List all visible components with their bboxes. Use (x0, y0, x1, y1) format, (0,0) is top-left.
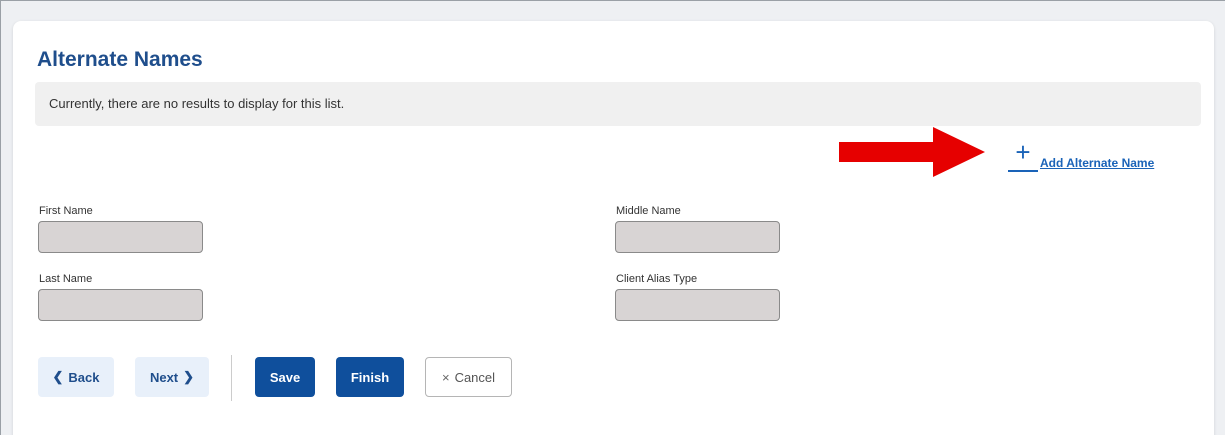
first-name-label: First Name (39, 205, 93, 217)
chevron-left-icon: ❮ (52, 369, 64, 384)
back-label: Back (68, 369, 100, 385)
middle-name-field[interactable] (615, 221, 780, 253)
back-button[interactable]: ❮ Back (38, 357, 114, 397)
chevron-right-icon: ❯ (183, 369, 195, 384)
finish-button[interactable]: Finish (336, 357, 404, 397)
section-title: Alternate Names (37, 48, 203, 71)
middle-name-label: Middle Name (616, 205, 681, 217)
first-name-field[interactable] (38, 221, 203, 253)
arrow-shape (839, 127, 985, 177)
cancel-label: Cancel (454, 369, 496, 385)
button-divider (231, 355, 232, 401)
close-icon: × (441, 369, 450, 385)
client-alias-type-field[interactable] (615, 289, 780, 321)
next-button[interactable]: Next ❯ (135, 357, 209, 397)
alternate-names-card: Alternate Names Currently, there are no … (13, 21, 1214, 435)
save-button[interactable]: Save (255, 357, 315, 397)
plus-underline (1008, 170, 1038, 172)
cancel-button[interactable]: × Cancel (425, 357, 512, 397)
add-alternate-name-label: Add Alternate Name (1040, 156, 1155, 170)
next-label: Next (149, 369, 179, 385)
last-name-label: Last Name (39, 273, 93, 285)
add-alternate-name-link[interactable]: + Add Alternate Name (1008, 139, 1178, 175)
client-alias-type-label: Client Alias Type (616, 273, 698, 285)
empty-results-banner: Currently, there are no results to displ… (35, 82, 1201, 126)
last-name-field[interactable] (38, 289, 203, 321)
page-frame: Alternate Names Currently, there are no … (0, 0, 1225, 435)
red-arrow-icon (839, 127, 985, 177)
